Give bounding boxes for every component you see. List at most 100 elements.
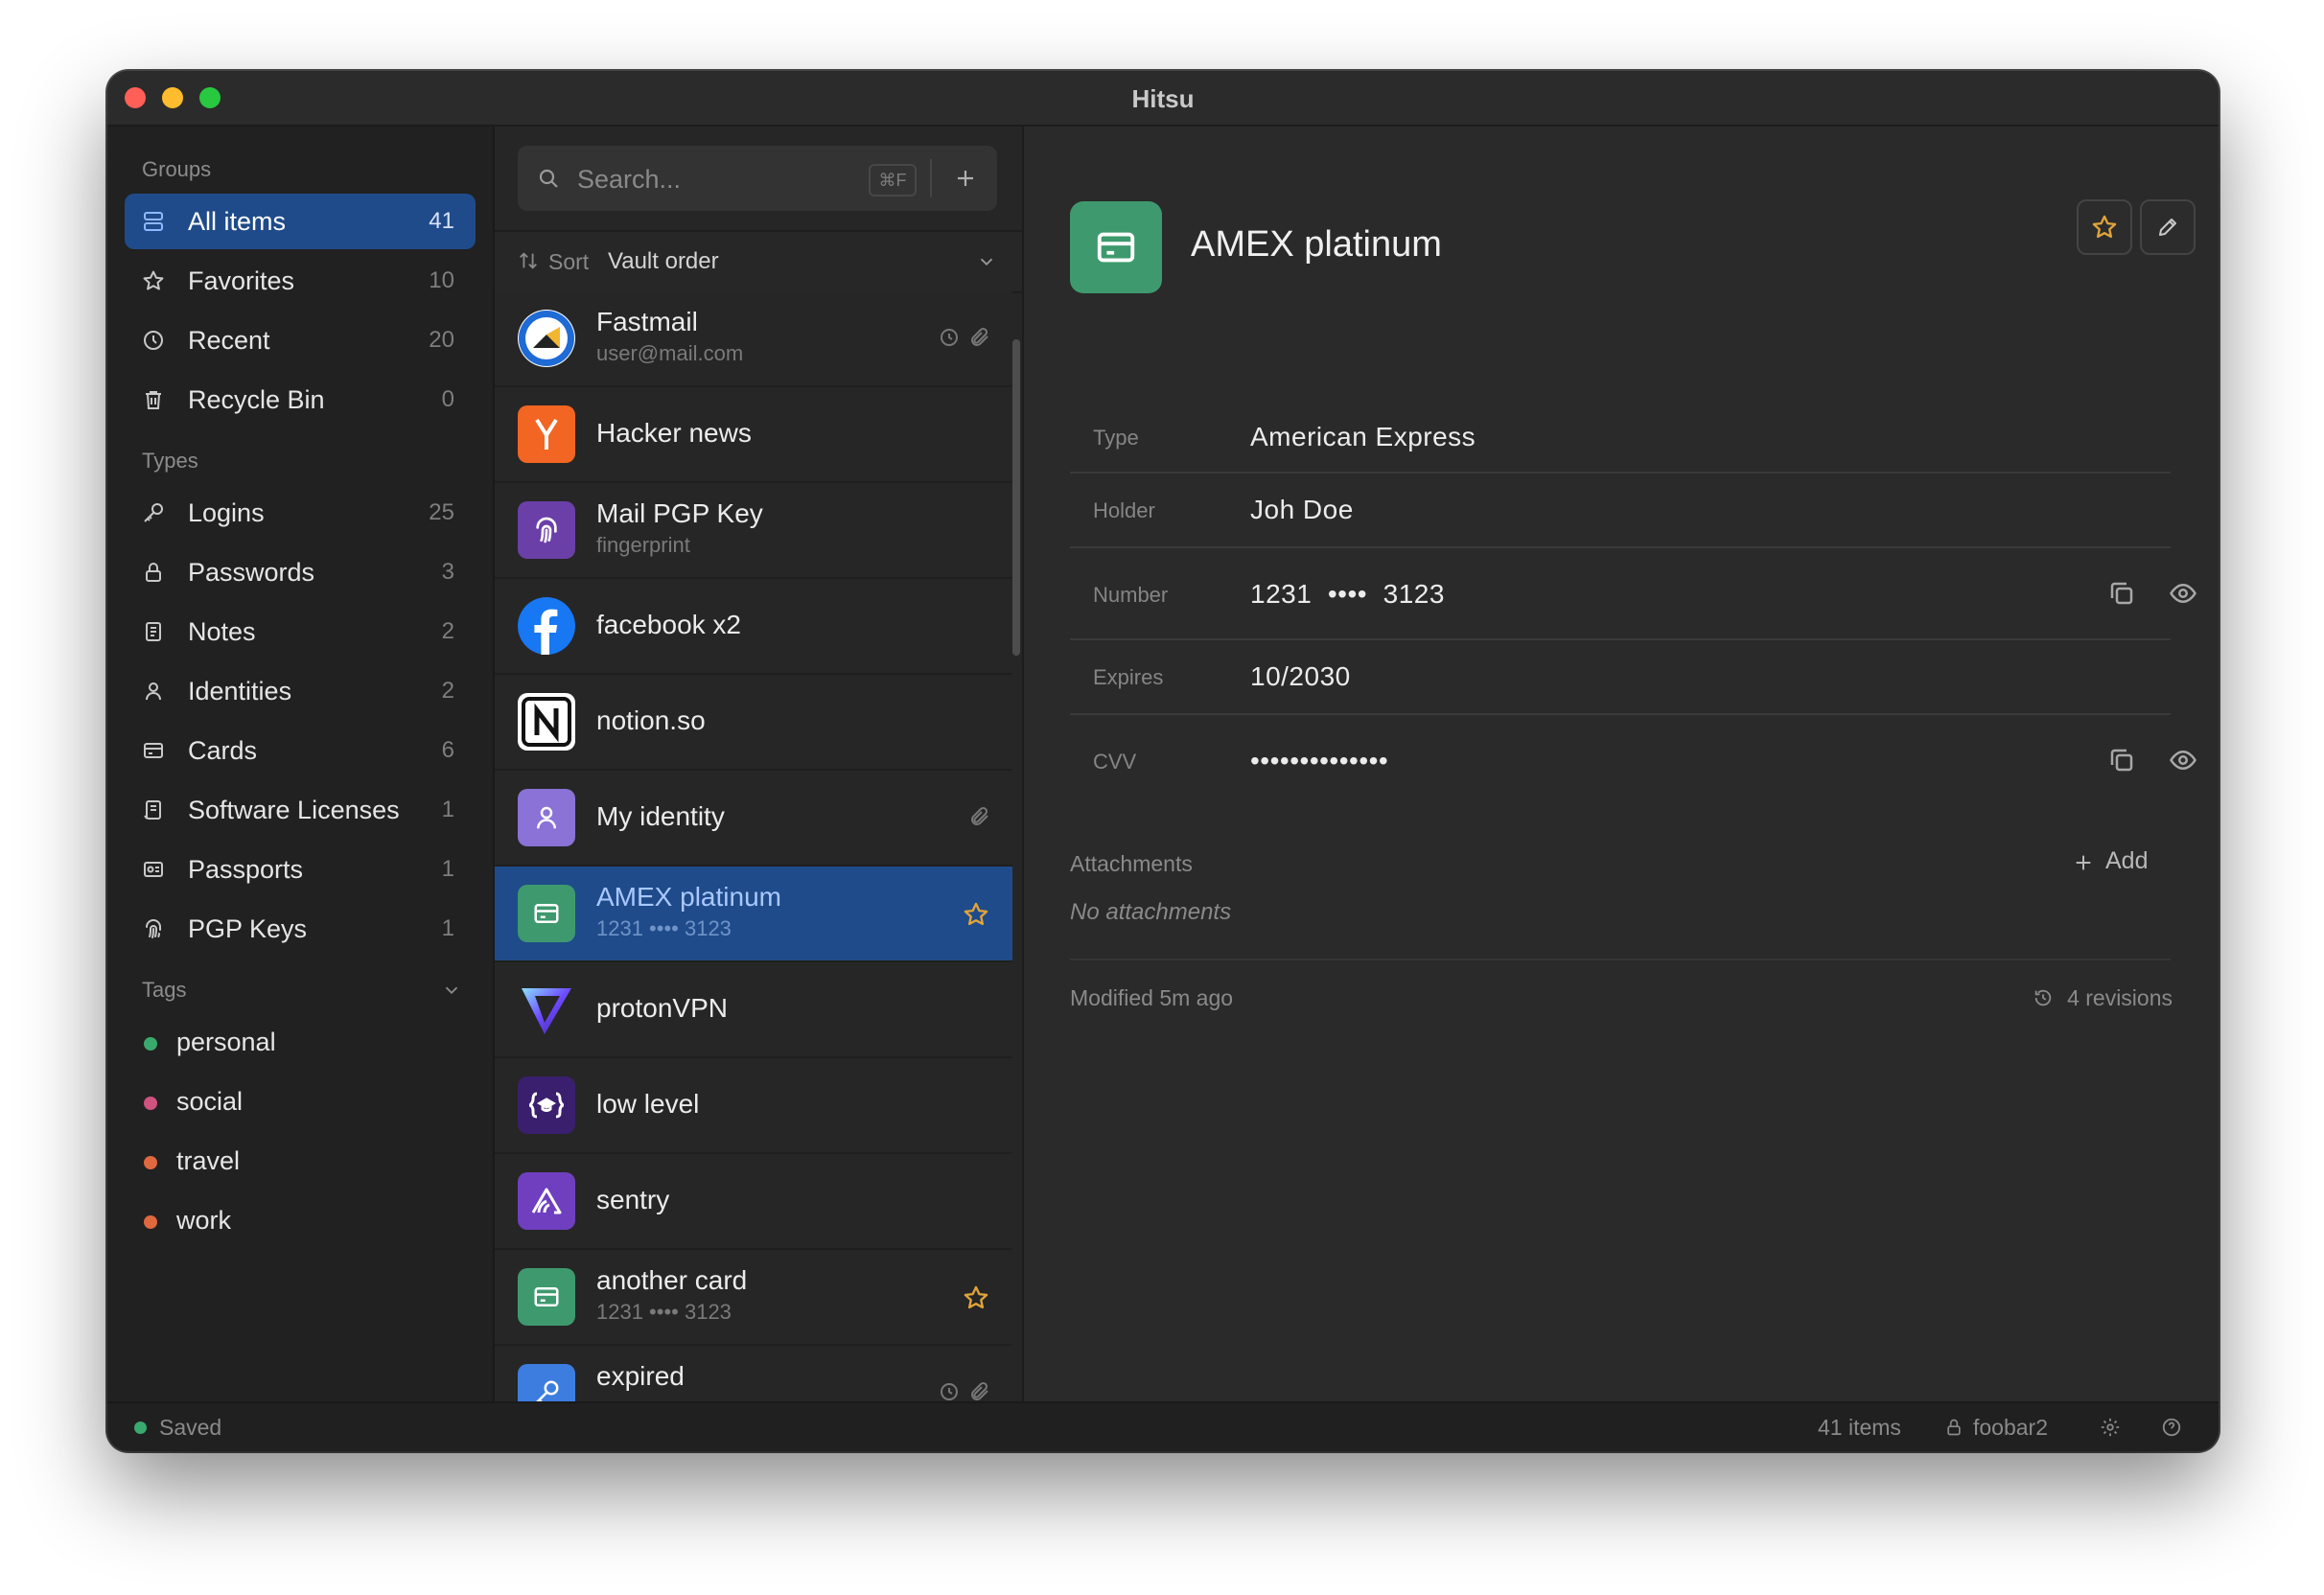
trash-icon <box>142 388 165 411</box>
vault-name[interactable]: foobar2 <box>1973 1415 2048 1441</box>
sidebar-item-label: Software Licenses <box>188 796 400 824</box>
sidebar-item-cards[interactable]: Cards 6 <box>125 723 476 778</box>
gear-icon[interactable] <box>2100 1417 2121 1438</box>
pencil-icon <box>2156 216 2179 239</box>
tag-color-dot <box>144 1097 157 1110</box>
favorite-button[interactable] <box>2077 199 2132 255</box>
chevron-down-icon[interactable] <box>441 980 462 1001</box>
sidebar-item-notes[interactable]: Notes 2 <box>125 604 476 659</box>
key-icon <box>142 501 165 524</box>
eye-icon[interactable] <box>2169 746 2197 774</box>
fingerprint-icon <box>142 917 165 940</box>
sidebar-item-count: 6 <box>441 737 454 763</box>
list-item-subtitle: 1231 •••• 3123 <box>596 1300 732 1324</box>
list-item-fastmail[interactable]: Fastmail user@mail.com <box>495 291 1012 387</box>
sidebar-tag-personal[interactable]: personal <box>125 1014 476 1070</box>
history-icon <box>938 1380 961 1403</box>
copy-icon[interactable] <box>2107 746 2136 774</box>
sidebar-item-recent[interactable]: Recent 20 <box>125 312 476 368</box>
eye-icon[interactable] <box>2169 579 2197 608</box>
facebook-icon <box>518 597 575 655</box>
list-item-badges <box>938 326 991 349</box>
list-item-amex-platinum[interactable]: AMEX platinum 1231 •••• 3123 <box>495 867 1012 962</box>
card-icon <box>142 739 165 762</box>
sentry-icon <box>518 1172 575 1230</box>
sidebar-item-recycle-bin[interactable]: Recycle Bin 0 <box>125 372 476 428</box>
list-scrollbar[interactable] <box>1012 339 1020 656</box>
list-item-sentry[interactable]: sentry <box>495 1154 1012 1250</box>
sort-icon <box>518 250 539 271</box>
help-icon[interactable] <box>2161 1417 2182 1438</box>
sidebar: Groups All items 41 Favorites 10 Recent … <box>107 127 495 1403</box>
card-icon <box>518 885 575 942</box>
sidebar-item-label: PGP Keys <box>188 914 308 943</box>
sidebar-item-label: Identities <box>188 677 292 705</box>
sidebar-item-software-licenses[interactable]: Software Licenses 1 <box>125 782 476 838</box>
edit-button[interactable] <box>2140 199 2196 255</box>
list-item-title: expired <box>596 1361 685 1391</box>
sidebar-item-count: 2 <box>441 618 454 644</box>
sidebar-tag-social[interactable]: social <box>125 1074 476 1129</box>
list-item-notion[interactable]: notion.so <box>495 675 1012 771</box>
field-label: Number <box>1093 583 1169 607</box>
license-icon <box>142 798 165 821</box>
sidebar-item-label: Logins <box>188 498 265 527</box>
types-label: Types <box>142 449 198 473</box>
sidebar-item-count: 3 <box>441 559 454 585</box>
sidebar-item-pgp-keys[interactable]: PGP Keys 1 <box>125 901 476 957</box>
list-item-title: Fastmail <box>596 307 698 336</box>
sort-dropdown[interactable]: Sort Vault order <box>495 230 1022 293</box>
field-label: CVV <box>1093 750 1137 774</box>
field-expires: Expires 10/2030 <box>1070 640 2171 715</box>
field-number: Number 1231 •••• 3123 <box>1070 548 2196 640</box>
list-item-my-identity[interactable]: My identity <box>495 771 1012 867</box>
history-icon <box>938 326 961 349</box>
field-holder: Holder Joh Doe <box>1070 474 2171 548</box>
sidebar-item-label: Cards <box>188 736 258 765</box>
list-item-title: notion.so <box>596 705 706 735</box>
list-item-expired[interactable]: expired <box>495 1346 1012 1403</box>
status-bar: Saved 41 items foobar2 <box>107 1401 2219 1451</box>
sidebar-item-count: 1 <box>441 856 454 882</box>
list-item-protonvpn[interactable]: protonVPN <box>495 962 1012 1058</box>
field-value: •••••••••••••• <box>1250 746 1389 775</box>
sidebar-item-count: 10 <box>429 267 454 293</box>
sidebar-item-count: 1 <box>441 797 454 822</box>
list-item-title: My identity <box>596 801 725 831</box>
lock-icon <box>142 561 165 584</box>
sidebar-item-logins[interactable]: Logins 25 <box>125 485 476 541</box>
list-item-facebook[interactable]: facebook x2 <box>495 579 1012 675</box>
field-cvv: CVV •••••••••••••• <box>1070 715 2196 807</box>
sort-value: Vault order <box>608 248 719 274</box>
sidebar-item-identities[interactable]: Identities 2 <box>125 663 476 719</box>
revisions-link[interactable]: 4 revisions <box>2067 985 2173 1011</box>
sidebar-item-label: Favorites <box>188 266 295 295</box>
modified-timestamp: Modified 5m ago <box>1070 985 1234 1010</box>
sidebar-item-label: Passports <box>188 855 304 884</box>
attachments-label: Attachments <box>1070 851 1193 876</box>
identity-icon <box>518 789 575 846</box>
person-icon <box>142 680 165 703</box>
sidebar-item-label: Recent <box>188 326 270 355</box>
list-item-low-level[interactable]: low level <box>495 1058 1012 1154</box>
sidebar-item-passports[interactable]: Passports 1 <box>125 842 476 897</box>
sidebar-item-passwords[interactable]: Passwords 3 <box>125 544 476 600</box>
tag-label: work <box>176 1206 232 1235</box>
sidebar-item-count: 41 <box>429 208 454 234</box>
add-item-button[interactable] <box>945 159 986 197</box>
field-value: 10/2030 <box>1250 661 1351 691</box>
sidebar-item-favorites[interactable]: Favorites 10 <box>125 253 476 309</box>
sidebar-tag-work[interactable]: work <box>125 1192 476 1248</box>
plus-icon <box>2073 852 2094 873</box>
search-input[interactable] <box>575 159 867 199</box>
list-item-hacker-news[interactable]: Hacker news <box>495 387 1012 483</box>
fingerprint-icon <box>518 501 575 559</box>
copy-icon[interactable] <box>2107 579 2136 608</box>
list-item-mail-pgp-key[interactable]: Mail PGP Key fingerprint <box>495 483 1012 579</box>
lock-icon[interactable] <box>1944 1417 1964 1438</box>
list-item-another-card[interactable]: another card 1231 •••• 3123 <box>495 1250 1012 1346</box>
list-item-subtitle: fingerprint <box>596 533 690 557</box>
sidebar-item-all-items[interactable]: All items 41 <box>125 194 476 249</box>
sidebar-item-count: 20 <box>429 327 454 353</box>
sidebar-tag-travel[interactable]: travel <box>125 1133 476 1189</box>
